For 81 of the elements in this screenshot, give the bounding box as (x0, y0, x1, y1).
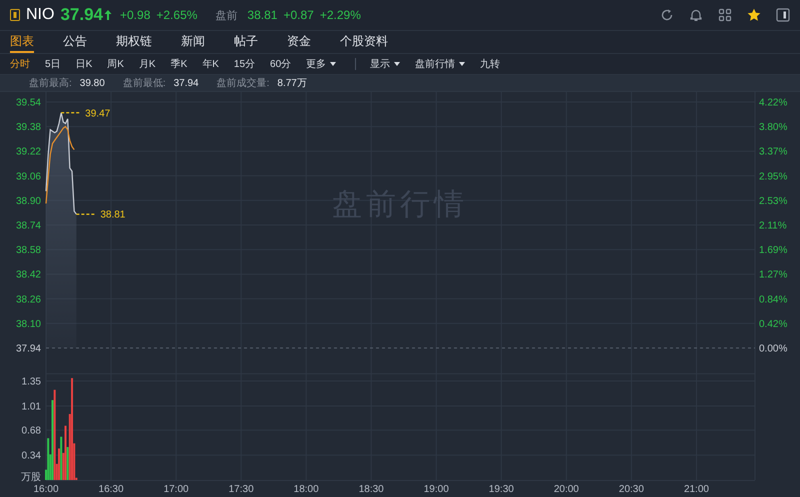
stock-price: 37.94 (60, 5, 103, 25)
percent-axis-label: 0.84% (759, 294, 788, 306)
stat-value: 39.80 (80, 78, 105, 88)
axis-label: 万股 (21, 472, 41, 483)
panel-icon[interactable] (776, 8, 790, 22)
tab[interactable]: 新闻 (181, 31, 205, 53)
percent-axis-label: 2.11% (759, 220, 787, 232)
axis-label: 38.10 (16, 318, 41, 330)
grid-icon[interactable] (718, 8, 732, 22)
period-tab[interactable]: 15分 (234, 57, 256, 71)
time-label: 17:30 (228, 484, 254, 495)
period-tab[interactable]: 5日 (45, 57, 61, 71)
period-tab[interactable]: 季K (170, 57, 188, 71)
percent-axis-label: 1.69% (759, 245, 788, 256)
time-label: 16:30 (98, 484, 124, 495)
time-label: 19:00 (424, 484, 449, 495)
refresh-icon[interactable] (660, 8, 674, 22)
axis-label: 38.58 (16, 245, 41, 256)
time-label: 17:00 (164, 484, 189, 495)
period-tab[interactable]: 周K (107, 57, 124, 71)
percent-axis-label: 0.00% (759, 344, 788, 354)
percent-axis-label: 3.37% (759, 146, 788, 158)
axis-label: 0.34 (22, 450, 41, 462)
stat-value: 8.77万 (277, 77, 307, 90)
axis-label: 37.94 (16, 344, 41, 354)
stat-label: 盘前最高: (29, 76, 72, 90)
axis-label: 39.54 (16, 98, 41, 108)
time-label: 18:00 (294, 484, 319, 495)
display-option[interactable]: 显示 (370, 57, 400, 71)
premarket-change: +0.87 (283, 8, 314, 22)
leader-line (76, 214, 96, 215)
axis-label: 38.90 (16, 196, 41, 207)
star-icon[interactable] (747, 8, 761, 22)
premarket-label: 盘前 (215, 8, 238, 22)
stat-value: 37.94 (174, 78, 199, 88)
axis-label: 1.01 (22, 401, 41, 412)
time-label: 21:00 (684, 484, 709, 495)
tab[interactable]: 个股资料 (340, 31, 388, 53)
tab[interactable]: 公告 (63, 31, 87, 53)
axis-label: 38.42 (16, 270, 41, 281)
time-label: 19:30 (488, 484, 514, 495)
tab[interactable]: 期权链 (116, 31, 152, 53)
stat-label: 盘前成交量: (216, 76, 270, 90)
tab[interactable]: 资金 (287, 31, 311, 53)
axis-label: 39.22 (16, 146, 41, 158)
premarket-change-percent: +2.29% (320, 8, 361, 22)
time-label: 20:30 (618, 484, 644, 495)
time-label: 16:00 (33, 484, 59, 495)
period-tab[interactable]: 更多 (306, 57, 336, 71)
period-tab[interactable]: 日K (76, 57, 92, 71)
time-label: 18:30 (358, 484, 384, 495)
time-label: 20:00 (554, 484, 579, 495)
percent-axis-label: 2.53% (759, 196, 788, 207)
premarket-price: 38.81 (247, 8, 278, 22)
bell-icon[interactable] (689, 8, 703, 22)
display-option[interactable]: 九转 (480, 57, 500, 71)
stock-symbol: NIO (26, 6, 54, 24)
tab[interactable]: 帖子 (234, 31, 258, 53)
axis-label: 38.26 (16, 294, 41, 306)
axis-label: 38.74 (16, 220, 41, 232)
percent-axis-label: 3.80% (759, 122, 788, 134)
period-tab[interactable]: 60分 (270, 57, 292, 71)
price-change: +0.98 (120, 8, 150, 22)
price-annotation: 39.47 (85, 108, 110, 120)
price-annotation: 38.81 (100, 210, 126, 221)
period-tab[interactable]: 分时 (10, 57, 30, 71)
period-tab[interactable]: 年K (202, 57, 219, 71)
stat-label: 盘前最低: (122, 77, 166, 90)
percent-axis-label: 1.27% (759, 270, 788, 281)
percent-axis-label: 2.95% (759, 171, 788, 182)
leader-line (61, 112, 82, 114)
stock-badge-icon (10, 9, 20, 21)
axis-label: 39.06 (16, 171, 41, 182)
display-option[interactable]: 盘前行情 (415, 57, 466, 71)
percent-axis-label: 4.22% (759, 98, 788, 108)
axis-label: 39.38 (16, 122, 41, 134)
price-change-percent: +2.65% (156, 8, 198, 22)
axis-label: 0.68 (22, 426, 41, 437)
axis-label: 1.35 (22, 376, 41, 388)
percent-axis-label: 0.42% (759, 318, 788, 330)
period-tab[interactable]: 月K (138, 57, 156, 71)
